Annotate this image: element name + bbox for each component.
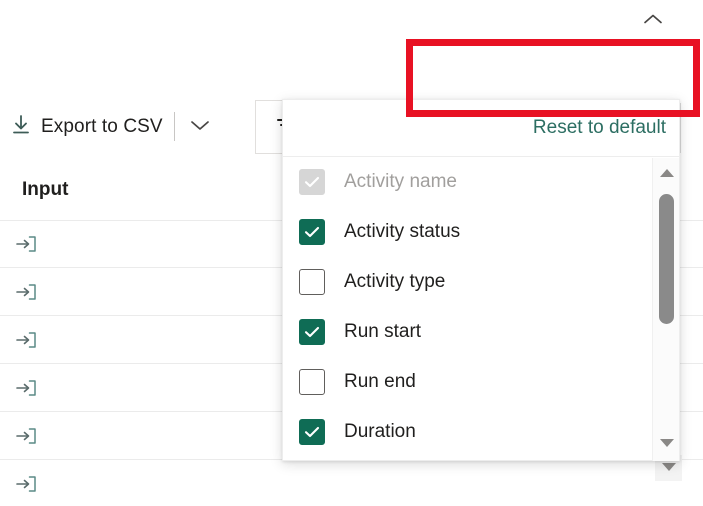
chevron-up-icon: [643, 12, 663, 30]
column-options-panel: Reset to default Activity name Activity …: [282, 99, 680, 461]
panel-scrollbar[interactable]: [652, 158, 679, 461]
column-option-label: Run start: [344, 321, 421, 343]
column-option-label: Duration: [344, 421, 416, 443]
triangle-down-icon: [661, 459, 677, 477]
toolbar-divider: [174, 112, 175, 141]
input-arrow-icon: [16, 329, 38, 351]
input-arrow-icon: [16, 425, 38, 447]
panel-scroll-down-button[interactable]: [653, 431, 680, 457]
column-option-run-end[interactable]: Run end: [283, 357, 679, 407]
checkbox-run-end[interactable]: [299, 369, 325, 395]
reset-to-default-link[interactable]: Reset to default: [533, 117, 666, 139]
triangle-up-icon: [659, 166, 675, 184]
checkbox-activity-type[interactable]: [299, 269, 325, 295]
triangle-down-icon: [659, 435, 675, 453]
column-options-list: Activity name Activity status Activity t…: [283, 157, 679, 460]
input-arrow-icon: [16, 281, 38, 303]
column-option-label: Activity type: [344, 271, 445, 293]
input-arrow-icon: [16, 473, 38, 495]
column-option-activity-status[interactable]: Activity status: [283, 207, 679, 257]
checkbox-run-start[interactable]: [299, 319, 325, 345]
export-to-csv-button[interactable]: Export to CSV: [10, 106, 163, 148]
checkbox-duration[interactable]: [299, 419, 325, 445]
export-to-csv-caret[interactable]: [184, 106, 216, 148]
column-option-activity-type[interactable]: Activity type: [283, 257, 679, 307]
column-option-run-start[interactable]: Run start: [283, 307, 679, 357]
column-option-label: Activity status: [344, 221, 460, 243]
panel-scroll-up-button[interactable]: [653, 162, 680, 188]
panel-scrollbar-thumb[interactable]: [659, 194, 674, 324]
column-option-label: Activity name: [344, 171, 457, 193]
checkbox-activity-name: [299, 169, 325, 195]
chevron-down-icon: [189, 118, 211, 137]
checkbox-activity-status[interactable]: [299, 219, 325, 245]
export-to-csv-label: Export to CSV: [41, 116, 163, 138]
input-arrow-icon: [16, 377, 38, 399]
app-root: Export to CSV Filter: [0, 0, 703, 506]
column-option-label: Run end: [344, 371, 416, 393]
collapse-panel-button[interactable]: [636, 8, 670, 34]
table-row[interactable]: [0, 460, 703, 506]
column-header-input[interactable]: Input: [22, 179, 68, 201]
input-arrow-icon: [16, 233, 38, 255]
column-options-panel-header: Reset to default: [283, 100, 679, 157]
column-option-activity-name: Activity name: [283, 157, 679, 207]
download-icon: [10, 113, 32, 142]
column-option-duration[interactable]: Duration: [283, 407, 679, 457]
